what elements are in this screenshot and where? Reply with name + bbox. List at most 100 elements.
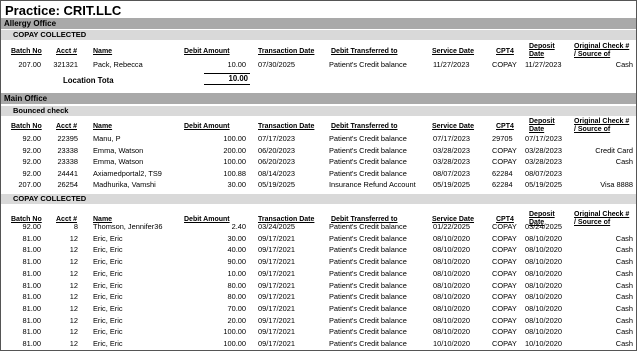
cell-name: Axiamedportal2, TS9 <box>93 168 162 178</box>
col-original-check-line: Original Check # <box>574 118 630 125</box>
cell-txn: 06/20/2023 <box>258 145 295 155</box>
cell-orig: Cash <box>615 280 633 290</box>
col-acct-line: Acct # <box>56 48 78 55</box>
cell-orig: Cash <box>615 303 633 313</box>
col-name-line: Name <box>93 123 113 130</box>
cell-cpt: COPAY <box>492 222 517 231</box>
cell-cpt: COPAY <box>492 292 517 302</box>
cell-orig: Cash <box>615 292 633 302</box>
location-header-allergy: Allergy Office <box>1 18 636 29</box>
cell-to: Patient's Credit balance <box>329 168 407 178</box>
cell-txn: 07/30/2025 <box>258 60 295 69</box>
cell-batch: 92.00 <box>22 134 42 143</box>
table-row: 81.00 12 Eric, Eric 10.00 09/17/2021 Patient'… <box>1 269 636 279</box>
col-deposit-date-line: Date <box>529 50 545 58</box>
cell-cpt: COPAY <box>492 245 517 255</box>
cell-to: Patient's Credit balance <box>329 327 407 337</box>
cell-to: Patient's Credit balance <box>329 292 407 302</box>
col-deposit-date: Deposit Date <box>529 43 555 58</box>
cell-batch: 207.00 <box>18 180 41 189</box>
cell-dep: 05/19/2025 <box>525 180 562 189</box>
cell-to: Patient's Credit balance <box>329 339 407 348</box>
cell-acct: 26254 <box>57 180 78 189</box>
cell-dep: 08/10/2020 <box>525 233 562 243</box>
cell-cpt: COPAY <box>492 303 517 313</box>
cell-cpt: COPAY <box>492 145 517 155</box>
cell-debit: 80.00 <box>227 280 247 290</box>
location-total-value: 10.00 <box>228 74 248 83</box>
col-debit-amount-line: Debit Amount <box>184 123 230 130</box>
col-debit-amount: Debit Amount <box>184 123 230 131</box>
col-batch-no-line: Batch No <box>11 123 42 130</box>
cell-dep: 08/07/2023 <box>525 168 562 178</box>
column-header-row: Batch No Acct # Name Debit Amount Transactio… <box>1 43 636 61</box>
col-deposit-date-line: Deposit <box>529 118 555 125</box>
cell-cpt: COPAY <box>492 268 517 278</box>
cell-batch: 81.00 <box>22 292 42 302</box>
cell-txn: 07/17/2023 <box>258 134 295 143</box>
cell-orig: Cash <box>615 257 633 267</box>
col-transaction-date: Transaction Date <box>258 123 314 131</box>
cell-debit: 100.00 <box>223 134 246 143</box>
cell-debit: 200.00 <box>223 145 246 155</box>
cell-txn: 09/17/2021 <box>258 233 295 243</box>
cell-name: Madhurika, Vamshi <box>93 180 156 189</box>
cell-acct: 22395 <box>57 134 78 143</box>
cell-name: Eric, Eric <box>93 327 123 337</box>
cell-acct: 23338 <box>57 157 78 166</box>
cell-cpt: COPAY <box>492 280 517 290</box>
cell-acct: 23338 <box>57 145 78 155</box>
cell-orig: Cash <box>615 327 633 337</box>
cell-batch: 92.00 <box>22 168 42 178</box>
cell-dep: 08/10/2020 <box>525 257 562 267</box>
cell-svc: 05/19/2025 <box>433 180 470 189</box>
cell-batch: 81.00 <box>22 245 42 255</box>
cell-debit: 2.40 <box>231 222 246 231</box>
col-name-line: Name <box>93 48 113 55</box>
cell-svc: 08/10/2020 <box>433 327 470 337</box>
cell-acct: 12 <box>69 315 78 325</box>
table-row: 81.00 12 Eric, Eric 100.00 09/17/2021 Patient… <box>1 339 636 349</box>
col-original-check-line: / Source of <box>574 50 611 58</box>
cell-name: Emma, Watson <box>93 157 144 166</box>
cell-orig: Cash <box>615 268 633 278</box>
cell-name: Eric, Eric <box>93 292 123 302</box>
col-acct-line: Acct # <box>56 123 78 130</box>
cell-batch: 81.00 <box>22 327 42 337</box>
cell-txn: 06/20/2023 <box>258 157 295 166</box>
cell-batch: 207.00 <box>18 60 41 69</box>
cell-dep: 08/10/2020 <box>525 315 562 325</box>
cell-acct: 12 <box>69 292 78 302</box>
cell-acct: 8 <box>73 222 78 231</box>
cell-cpt: 29705 <box>492 134 513 143</box>
col-original-check: Original Check # / Source of <box>574 118 629 133</box>
cell-to: Patient's Credit balance <box>329 157 407 166</box>
col-service-date: Service Date <box>432 123 474 131</box>
col-debit-transferred-to-line: Debit Transferred to <box>331 48 398 55</box>
cell-svc: 08/10/2020 <box>433 303 470 313</box>
cell-to: Patient's Credit balance <box>329 145 407 155</box>
table-row: 81.00 12 Eric, Eric 90.00 09/17/2021 Patient'… <box>1 257 636 267</box>
cell-name: Thomson, Jennifer36 <box>93 222 163 231</box>
cell-dep: 03/28/2023 <box>525 157 562 166</box>
cell-name: Eric, Eric <box>93 245 123 255</box>
col-deposit-date-line: Deposit <box>529 211 555 218</box>
cell-name: Eric, Eric <box>93 268 123 278</box>
col-batch-no-line: Batch No <box>11 48 42 55</box>
col-transaction-date-line: Transaction Date <box>258 123 315 130</box>
col-name: Name <box>93 123 112 131</box>
table-row: 81.00 12 Eric, Eric 80.00 09/17/2021 Patient'… <box>1 281 636 291</box>
col-cpt4: CPT4 <box>496 48 514 56</box>
practice-title: Practice: CRIT.LLC <box>5 3 122 18</box>
cell-to: Patient's Credit balance <box>329 315 407 325</box>
col-original-check-line: Original Check # <box>574 211 630 218</box>
col-original-check-line: / Source of <box>574 125 611 133</box>
cell-batch: 81.00 <box>22 303 42 313</box>
cell-txn: 09/17/2021 <box>258 327 295 337</box>
cell-orig: Visa 8888 <box>600 180 633 189</box>
section-header-copay-main: COPAY COLLECTED <box>1 194 636 204</box>
table-row: 81.00 12 Eric, Eric 100.00 09/17/2021 Patient… <box>1 327 636 337</box>
cell-to: Patient's Credit balance <box>329 268 407 278</box>
cell-batch: 81.00 <box>22 280 42 290</box>
cell-cpt: COPAY <box>492 327 517 337</box>
